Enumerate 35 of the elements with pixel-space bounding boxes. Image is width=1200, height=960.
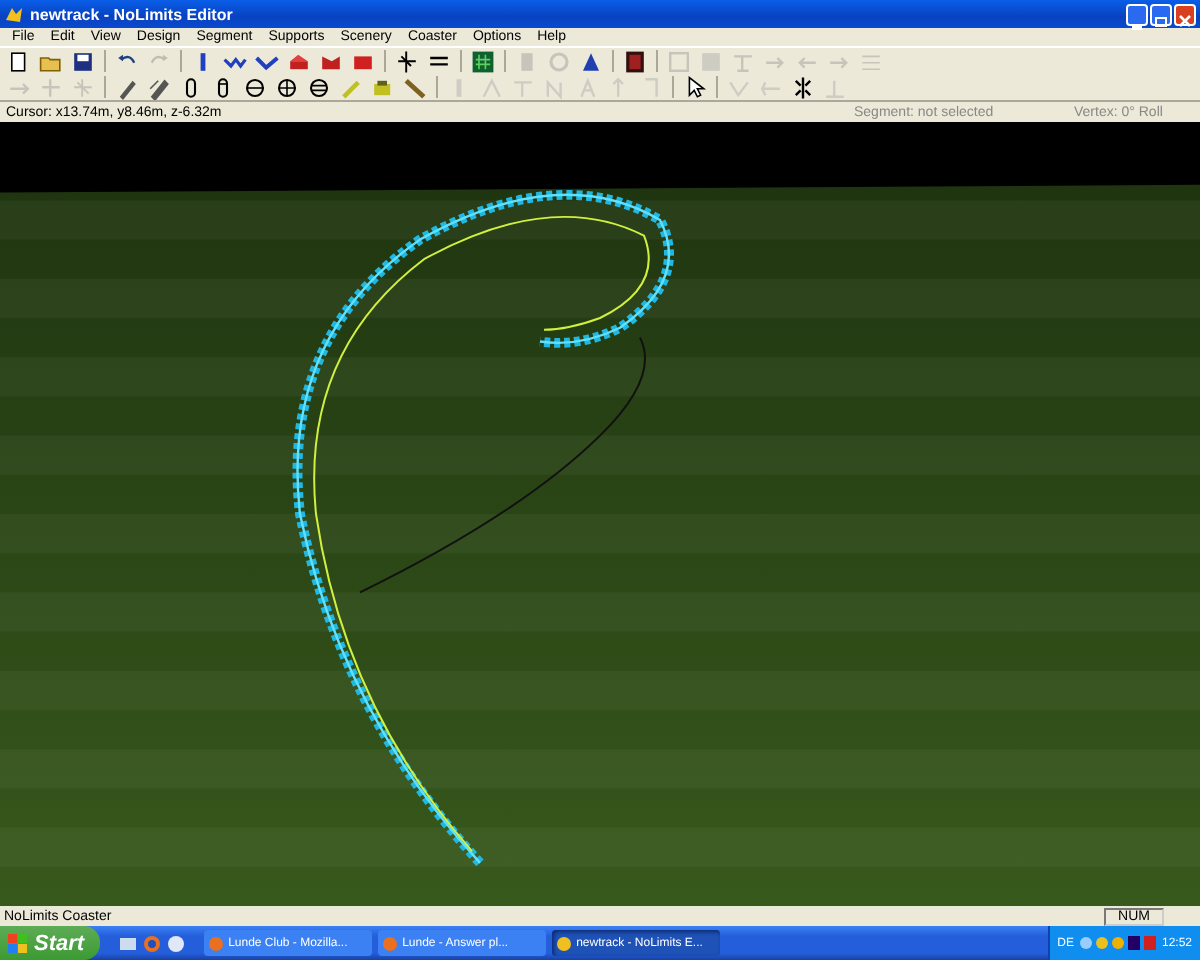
save-icon — [70, 49, 96, 73]
maximize-button[interactable] — [1150, 3, 1172, 25]
windows-logo-icon — [8, 933, 28, 953]
panel-icon — [666, 49, 692, 73]
toolbar-button[interactable] — [240, 74, 270, 100]
close-button[interactable] — [1174, 3, 1196, 25]
minimize-icon — [1132, 25, 1142, 29]
split-icon — [394, 49, 420, 73]
arrow-icon — [38, 75, 64, 99]
ruler-icon — [402, 75, 428, 99]
theta-icon — [306, 75, 332, 99]
book-icon — [622, 49, 648, 73]
window-title: newtrack - NoLimits Editor — [30, 5, 233, 23]
theta-icon — [242, 75, 268, 99]
block-icon — [370, 75, 396, 99]
tray-icons-drawing — [1077, 934, 1158, 952]
circle-icon — [546, 49, 572, 73]
pencil-icon — [146, 75, 172, 99]
arrow-icon — [70, 75, 96, 99]
desktop-icon[interactable] — [118, 933, 139, 953]
station-icon — [286, 49, 312, 73]
close-icon — [1176, 11, 1194, 29]
restore-icon — [1152, 11, 1170, 29]
toolbar-button[interactable] — [468, 48, 498, 74]
toolbar-button[interactable] — [304, 74, 334, 100]
triangle-icon — [578, 49, 604, 73]
theta-icon — [274, 75, 300, 99]
minimize-button[interactable] — [1126, 3, 1148, 25]
toolbar-button[interactable] — [620, 48, 650, 74]
grid-icon — [470, 49, 496, 73]
toolbar-button[interactable] — [272, 74, 302, 100]
toolbar-button[interactable] — [68, 48, 98, 74]
panel-icon — [698, 49, 724, 73]
toolbar-button[interactable] — [144, 74, 174, 100]
toolbar-button[interactable] — [392, 48, 422, 74]
